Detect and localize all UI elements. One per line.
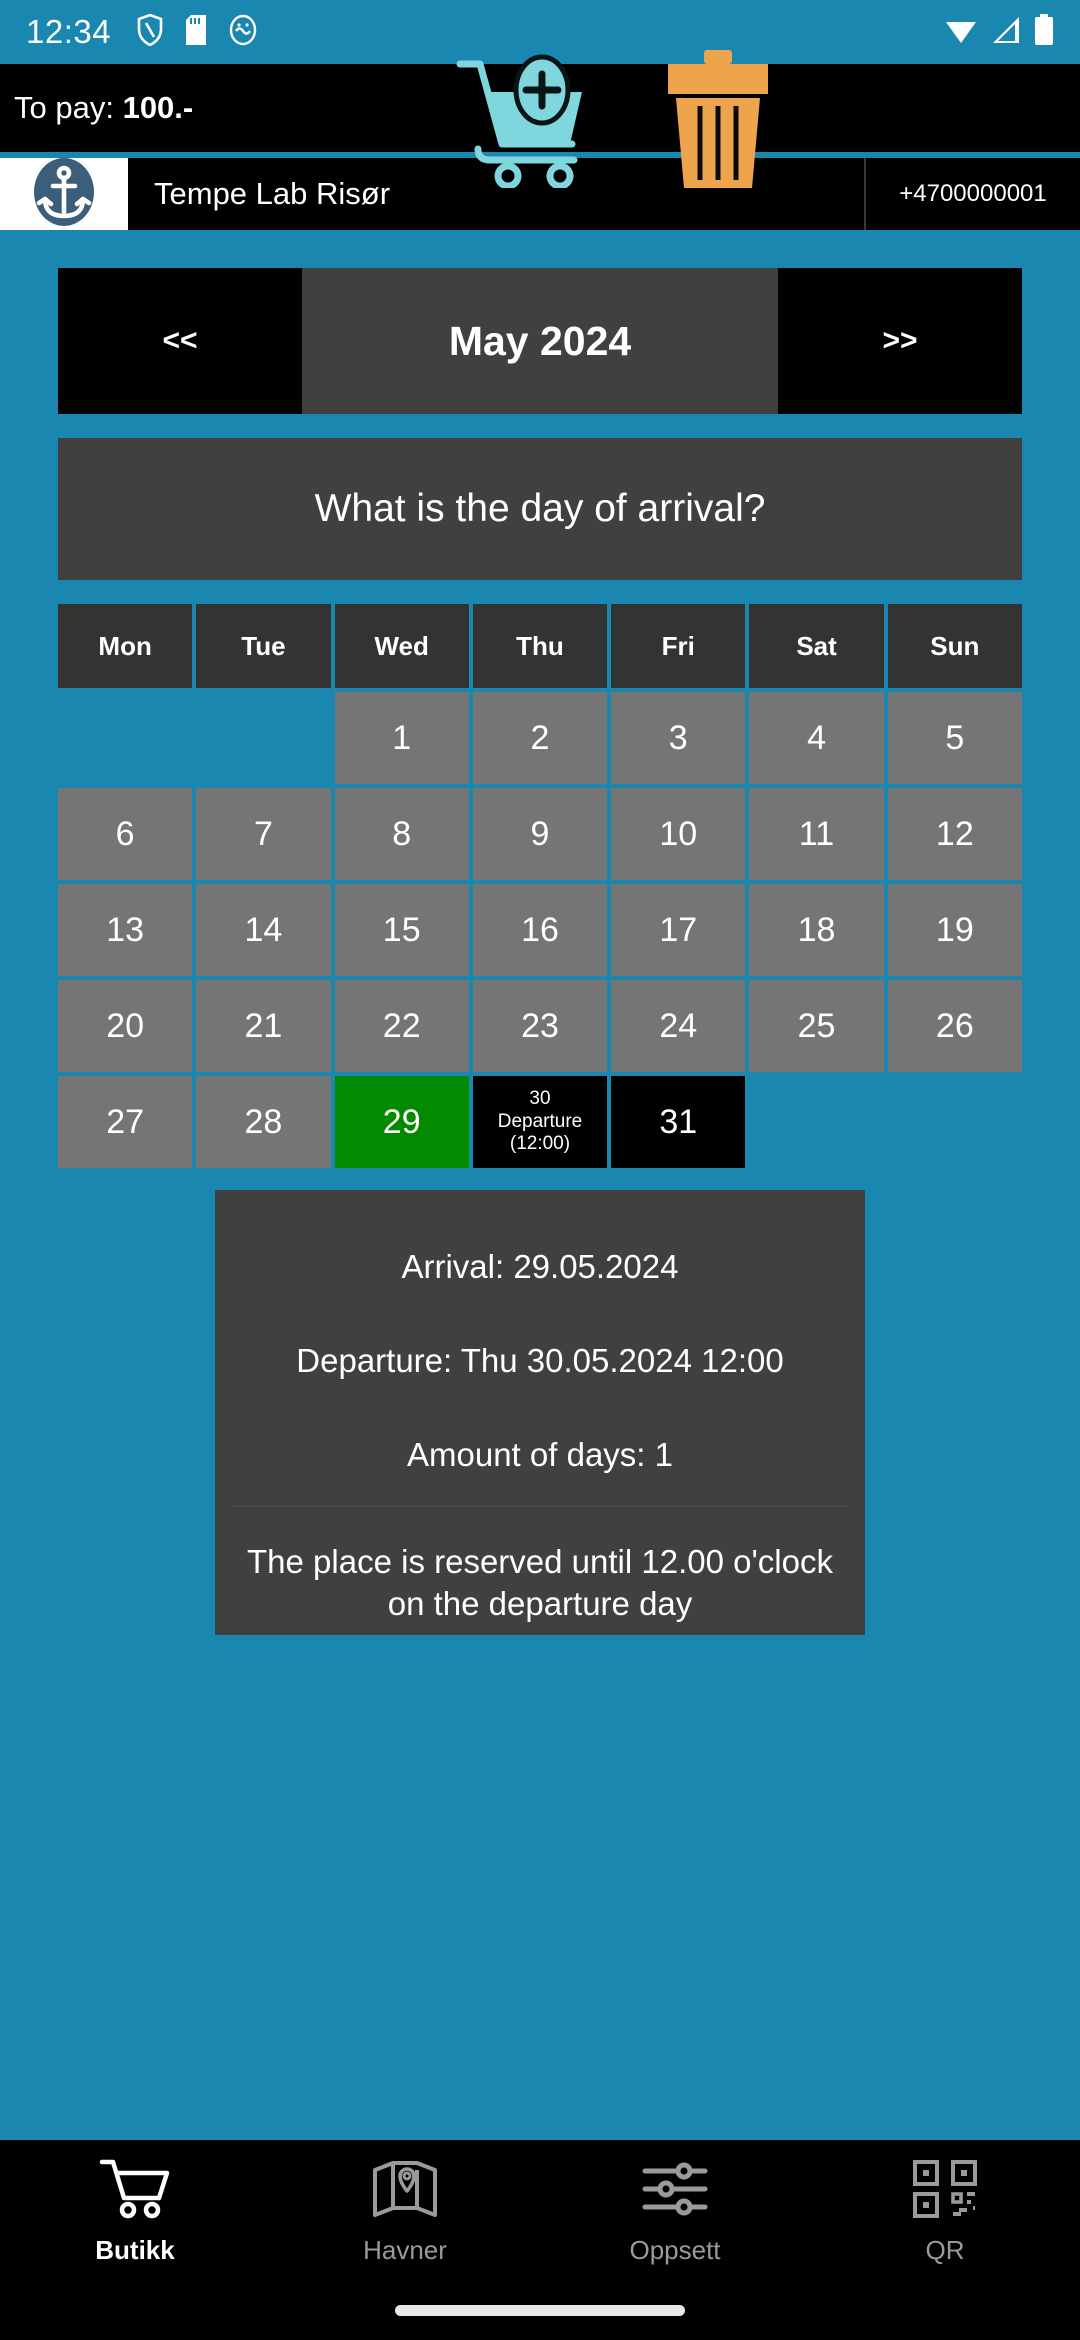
map-icon (369, 2158, 441, 2223)
battery-icon (1034, 13, 1054, 51)
status-right-icons (944, 13, 1054, 51)
nav-item-qr[interactable]: QR (810, 2158, 1080, 2266)
day-cell[interactable]: 20 (58, 980, 193, 1072)
shield-icon (137, 13, 163, 51)
qr-code-icon (909, 2158, 981, 2223)
weekday-sat: Sat (749, 604, 884, 688)
nav-label-havner: Havner (363, 2235, 447, 2265)
day-cell[interactable]: 7 (196, 788, 331, 880)
weekday-mon: Mon (58, 604, 193, 688)
day-cell[interactable]: 28 (196, 1076, 331, 1168)
day-cell[interactable]: 23 (472, 980, 608, 1072)
weekday-header-row: Mon Tue Wed Thu Fri Sat Sun (58, 604, 1022, 688)
month-title: May 2024 (302, 268, 778, 414)
day-cell[interactable]: 5 (887, 692, 1022, 784)
month-navigation: << May 2024 >> (58, 268, 1022, 414)
day-cell[interactable]: 25 (749, 980, 884, 1072)
day-cell[interactable]: 10 (611, 788, 746, 880)
calendar-week-row: 13 14 15 16 17 18 19 (58, 884, 1022, 976)
day-cell[interactable]: 8 (334, 788, 469, 880)
bottom-navigation: Butikk Havner Oppsett QR (0, 2140, 1080, 2340)
status-clock: 12:34 (26, 13, 112, 50)
calendar-week-row: 27 28 29 30 Departure (12:00) 31 (58, 1076, 1022, 1168)
weekday-thu: Thu (472, 604, 608, 688)
day-cell[interactable]: 22 (334, 980, 469, 1072)
day-cell[interactable]: 14 (196, 884, 331, 976)
home-indicator[interactable] (395, 2305, 685, 2316)
day-cell-selected-arrival[interactable]: 29 (334, 1076, 469, 1168)
day-cell[interactable]: 17 (611, 884, 746, 976)
weekday-wed: Wed (334, 604, 469, 688)
calendar-section: << May 2024 >> What is the day of arriva… (0, 268, 1080, 1168)
status-left-icons (137, 13, 257, 51)
day-cell[interactable]: 21 (196, 980, 331, 1072)
harbour-phone: +4700000001 (899, 180, 1047, 207)
summary-departure: Departure: Thu 30.05.2024 12:00 (296, 1342, 784, 1379)
nav-label-qr: QR (925, 2235, 965, 2265)
nav-item-oppsett[interactable]: Oppsett (540, 2158, 810, 2266)
sd-card-icon (185, 14, 207, 51)
anchor-icon (26, 154, 102, 235)
weekday-fri: Fri (611, 604, 746, 688)
trash-icon (658, 50, 778, 191)
booking-summary-panel: Arrival: 29.05.2024 Departure: Thu 30.05… (215, 1190, 865, 1636)
weekday-sun: Sun (887, 604, 1022, 688)
wifi-icon (944, 15, 978, 50)
nav-label-butikk: Butikk (95, 2235, 175, 2265)
top-bar-actions (450, 48, 778, 191)
nav-item-butikk[interactable]: Butikk (0, 2158, 270, 2266)
day-cell (58, 692, 192, 784)
top-bar: To pay: 100.- (0, 50, 1080, 190)
sliders-icon (639, 2158, 711, 2223)
nav-item-havner[interactable]: Havner (270, 2158, 540, 2266)
add-to-cart-icon (450, 54, 598, 191)
add-to-cart-button[interactable] (450, 48, 598, 191)
day-cell[interactable]: 1 (334, 692, 469, 784)
signal-icon (990, 15, 1022, 50)
shopping-cart-icon (99, 2158, 171, 2223)
day-cell[interactable]: 11 (749, 788, 884, 880)
to-pay-amount: 100.- (122, 90, 194, 125)
next-month-button[interactable]: >> (778, 268, 1022, 414)
day-cell[interactable]: 4 (749, 692, 884, 784)
to-pay-display: To pay: 100.- (14, 90, 193, 126)
calendar-week-row: 20 21 22 23 24 25 26 (58, 980, 1022, 1072)
app-root: 12:34 To pay: 100.- Tempe Lab Risør +470… (0, 0, 1080, 2340)
day-cell[interactable]: 27 (58, 1076, 193, 1168)
prev-month-button[interactable]: << (58, 268, 302, 414)
calendar-week-row: 6 7 8 9 10 11 12 (58, 788, 1022, 880)
day-cell (888, 1076, 1022, 1168)
app-icon (229, 14, 257, 51)
summary-arrival: Arrival: 29.05.2024 (401, 1248, 679, 1285)
summary-amount-of-days: Amount of days: 1 (407, 1436, 673, 1473)
day-cell[interactable]: 24 (611, 980, 746, 1072)
delete-cart-button[interactable] (658, 48, 778, 188)
departure-day-number: 30 (529, 1088, 551, 1110)
day-cell[interactable]: 26 (887, 980, 1022, 1072)
day-cell[interactable]: 9 (472, 788, 608, 880)
day-cell[interactable]: 31 (611, 1076, 746, 1168)
calendar-grid: Mon Tue Wed Thu Fri Sat Sun 1 2 3 4 5 6 (58, 604, 1022, 1168)
summary-note: The place is reserved until 12.00 o'cloc… (247, 1543, 833, 1623)
day-cell (749, 1076, 883, 1168)
day-cell[interactable]: 16 (472, 884, 608, 976)
departure-label: Departure (497, 1110, 583, 1132)
day-cell[interactable]: 13 (58, 884, 193, 976)
nav-label-oppsett: Oppsett (629, 2235, 721, 2265)
day-cell[interactable]: 18 (749, 884, 884, 976)
weekday-tue: Tue (196, 604, 331, 688)
day-cell-departure[interactable]: 30 Departure (12:00) (472, 1076, 608, 1168)
day-cell[interactable]: 19 (887, 884, 1022, 976)
day-cell[interactable]: 12 (887, 788, 1022, 880)
harbour-logo (0, 157, 128, 230)
day-cell[interactable]: 3 (611, 692, 746, 784)
calendar-week-row: 1 2 3 4 5 (58, 692, 1022, 784)
arrival-question: What is the day of arrival? (58, 438, 1022, 580)
day-cell[interactable]: 15 (334, 884, 469, 976)
day-cell (196, 692, 330, 784)
day-cell[interactable]: 2 (472, 692, 608, 784)
departure-time: (12:00) (509, 1133, 571, 1155)
to-pay-label: To pay: (14, 90, 114, 125)
day-cell[interactable]: 6 (58, 788, 193, 880)
